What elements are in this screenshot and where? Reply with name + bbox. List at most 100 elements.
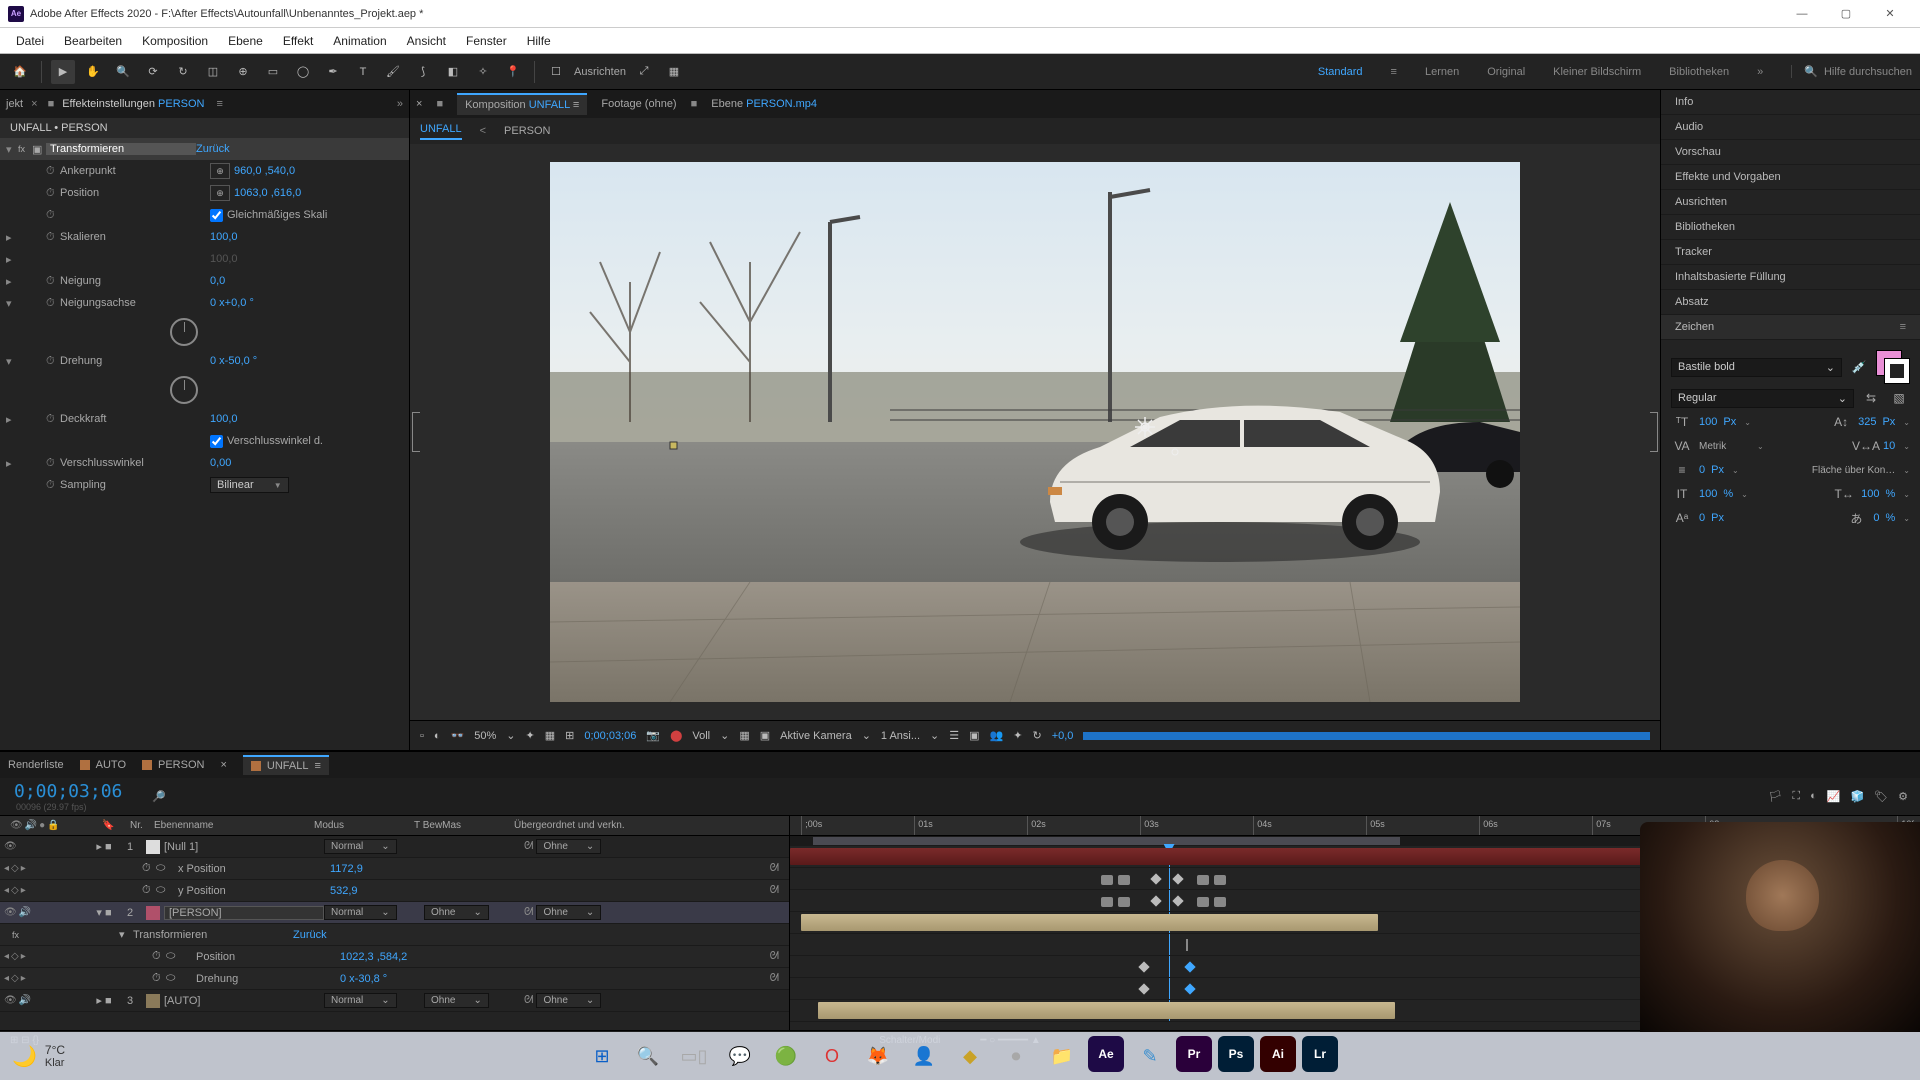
panel-paragraph[interactable]: Absatz <box>1661 290 1920 315</box>
transform-reset[interactable]: Zurück <box>196 143 230 155</box>
pan-behind-tool[interactable]: ⊕ <box>231 60 255 84</box>
clip-person[interactable] <box>801 914 1377 931</box>
leading-value[interactable]: 325 <box>1858 416 1876 428</box>
transform-effect-name[interactable]: Transformieren <box>46 143 196 155</box>
workspace-original[interactable]: Original <box>1487 66 1525 78</box>
twirl-icon[interactable]: ▾ <box>6 297 18 310</box>
viewer-glasses-icon[interactable]: 👓 <box>451 729 465 742</box>
layer-1-ypos-row[interactable]: ◂◇▸ ⏱⬭ y Position 532,9 ᘛ <box>0 880 789 902</box>
layer-row-3[interactable]: 👁🔊 ▸ ■ 3 [AUTO] Normal⌄ Ohne⌄ ᘛ Ohne⌄ <box>0 990 789 1012</box>
zoom-level[interactable]: 50% <box>474 730 496 742</box>
app-photoshop[interactable]: Ps <box>1218 1036 1254 1072</box>
task-view[interactable]: ▭▯ <box>674 1036 714 1076</box>
viewer-btn-b-icon[interactable]: ▣ <box>969 729 979 742</box>
minimize-button[interactable]: — <box>1780 0 1824 28</box>
twirl-icon[interactable]: ▸ <box>6 275 18 288</box>
viewer-btn-a-icon[interactable]: ☰ <box>949 729 959 742</box>
app-opera[interactable]: O <box>812 1036 852 1076</box>
tl-icon-shy[interactable]: 🏳 <box>1768 790 1782 803</box>
layer-2-reset[interactable]: Zurück <box>293 929 327 941</box>
stopwatch-icon[interactable]: ⏱ <box>46 457 60 470</box>
nocolor-icon[interactable]: ▧ <box>1888 388 1910 408</box>
menu-edit[interactable]: Bearbeiten <box>54 34 132 48</box>
app-generic-1[interactable]: 👤 <box>904 1036 944 1076</box>
twirl-icon[interactable]: ▸ <box>6 413 18 426</box>
tl-icon-tag[interactable]: 🏷 <box>1874 790 1888 803</box>
viewer-guides-icon[interactable]: ⊞ <box>565 729 574 742</box>
keyframe-icon[interactable] <box>1214 897 1226 907</box>
comp-tab-person[interactable]: PERSON <box>142 759 204 771</box>
clip-auto[interactable] <box>818 1002 1394 1019</box>
eraser-tool[interactable]: ◧ <box>441 60 465 84</box>
app-generic-2[interactable]: ◆ <box>950 1036 990 1076</box>
type-tool[interactable]: T <box>351 60 375 84</box>
app-editor[interactable]: ✎ <box>1130 1036 1170 1076</box>
viewer-grid-icon[interactable]: ▦ <box>545 729 555 742</box>
viewer-alpha-icon[interactable]: ▫ <box>420 730 424 742</box>
stopwatch-icon[interactable]: ⏱ <box>46 275 60 288</box>
stopwatch-icon[interactable]: ⏱ <box>46 165 60 178</box>
composition-viewer[interactable] <box>410 144 1660 720</box>
viewer-mask-icon[interactable]: ◐ <box>434 730 441 742</box>
workspace-learn[interactable]: Lernen <box>1425 66 1459 78</box>
tl-icon-graph[interactable]: 📈 <box>1827 790 1841 803</box>
snapshot-icon[interactable]: 📷 <box>646 729 660 742</box>
layer-2-rotation-row[interactable]: ◂◇▸ ⏱⬭ Drehung 0 x-30,8 ° ᘛ <box>0 968 789 990</box>
resolution-dropdown[interactable]: Voll <box>692 730 710 742</box>
keyframe-icon[interactable] <box>1139 983 1150 994</box>
stopwatch-icon[interactable]: ⏱ <box>46 297 60 310</box>
effect-controls-tab[interactable]: Effekteinstellungen PERSON <box>62 98 204 110</box>
current-time[interactable]: 0;00;03;06 <box>0 781 136 802</box>
skew-value[interactable]: 0,0 <box>210 275 225 287</box>
channels-icon[interactable]: ⬤ <box>670 729 682 742</box>
layer-1-xpos-value[interactable]: 1172,9 <box>330 863 363 875</box>
viewer-btn-e-icon[interactable]: ↻ <box>1032 729 1041 742</box>
layer-3-trk[interactable]: Ohne⌄ <box>424 993 489 1008</box>
font-style-dropdown[interactable]: Regular⌄ <box>1671 389 1854 408</box>
layer-3-parent[interactable]: Ohne⌄ <box>536 993 601 1008</box>
tl-icon-frame-blend[interactable]: ⛶ <box>1792 790 1800 803</box>
comp-subnav-person[interactable]: PERSON <box>504 125 550 137</box>
menu-file[interactable]: Datei <box>6 34 54 48</box>
stopwatch-icon[interactable]: ⏱ <box>46 413 60 426</box>
app-after-effects[interactable]: Ae <box>1088 1036 1124 1072</box>
snap-checkbox[interactable]: ☐ <box>544 60 568 84</box>
help-search[interactable]: 🔍 Hilfe durchsuchen <box>1791 65 1912 78</box>
pen-tool[interactable]: ✒ <box>321 60 345 84</box>
stroke-mode-dropdown[interactable]: Fläche über Kon… <box>1812 465 1895 476</box>
brush-tool[interactable]: 🖌 <box>381 60 405 84</box>
stopwatch-icon[interactable]: ⏱ <box>46 187 60 200</box>
layer-2-position-row[interactable]: ◂◇▸ ⏱⬭ Position 1022,3 ,584,2 ᘛ <box>0 946 789 968</box>
layer-3-mode[interactable]: Normal⌄ <box>324 993 397 1008</box>
skew-axis-dial[interactable] <box>170 318 198 346</box>
camera-tool[interactable]: ◫ <box>201 60 225 84</box>
layer-2-trk[interactable]: Ohne⌄ <box>424 905 489 920</box>
sampling-dropdown[interactable]: Bilinear▼ <box>210 477 289 493</box>
layer-2-parent[interactable]: Ohne⌄ <box>536 905 601 920</box>
font-family-dropdown[interactable]: Bastile bold⌄ <box>1671 358 1842 377</box>
stopwatch-icon[interactable]: ⏱ <box>46 209 60 222</box>
layer-2-pos-value[interactable]: 1022,3 ,584,2 <box>340 951 407 963</box>
anchor-picker-icon[interactable]: ⊕ <box>210 163 230 179</box>
uniform-scale-checkbox[interactable] <box>210 209 223 222</box>
layer-row-2[interactable]: 👁🔊 ▾ ■ 2 [PERSON] Normal⌄ Ohne⌄ ᘛ Ohne⌄ <box>0 902 789 924</box>
panel-content-fill[interactable]: Inhaltsbasierte Füllung <box>1661 265 1920 290</box>
tl-icon-adjust[interactable]: ⚙ <box>1898 790 1908 803</box>
close-button[interactable]: ✕ <box>1868 0 1912 28</box>
twirl-icon[interactable]: ▾ <box>6 143 18 156</box>
menu-window[interactable]: Fenster <box>456 34 517 48</box>
viewer-3d-icon[interactable]: ▣ <box>760 729 770 742</box>
fx-icon[interactable]: fx <box>18 144 32 154</box>
comp-subnav-unfall[interactable]: UNFALL <box>420 123 462 140</box>
app-firefox[interactable]: 🦊 <box>858 1036 898 1076</box>
menu-composition[interactable]: Komposition <box>132 34 218 48</box>
snap-grid-icon[interactable]: ▦ <box>662 60 686 84</box>
keyframe-icon[interactable] <box>1139 961 1150 972</box>
shape-ellipse-tool[interactable]: ◯ <box>291 60 315 84</box>
skew-axis-value[interactable]: 0 x+0,0 ° <box>210 297 254 309</box>
workspace-small[interactable]: Kleiner Bildschirm <box>1553 66 1641 78</box>
opacity-value[interactable]: 100,0 <box>210 413 238 425</box>
weather-widget[interactable]: 🌙 7°C Klar <box>12 1043 65 1069</box>
rotation-dial[interactable] <box>170 376 198 404</box>
layer-tab[interactable]: Ebene PERSON.mp4 <box>711 98 817 110</box>
